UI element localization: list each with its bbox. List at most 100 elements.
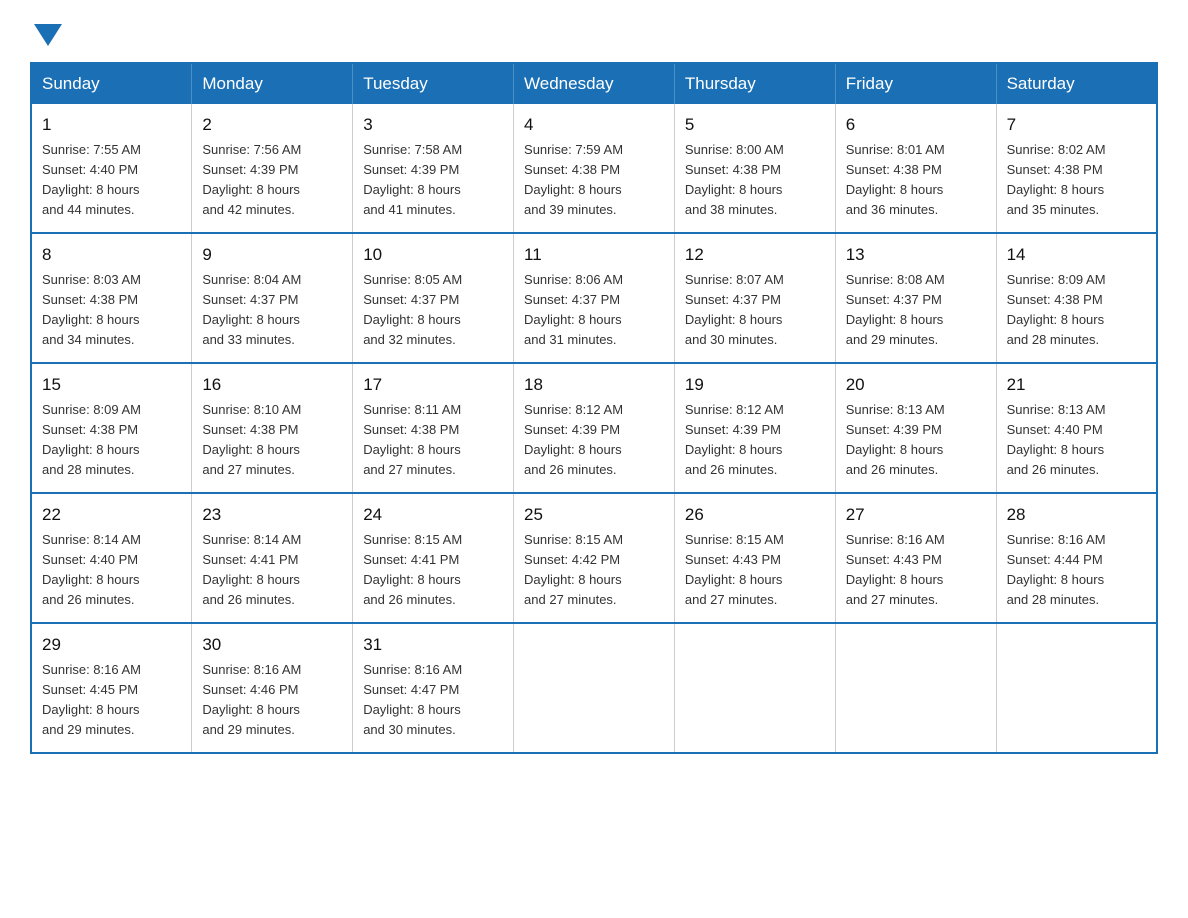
calendar-day-cell bbox=[674, 623, 835, 753]
calendar-day-cell bbox=[835, 623, 996, 753]
calendar-week-row: 29Sunrise: 8:16 AMSunset: 4:45 PMDayligh… bbox=[31, 623, 1157, 753]
calendar-header-row: SundayMondayTuesdayWednesdayThursdayFrid… bbox=[31, 63, 1157, 104]
day-info: Sunrise: 8:08 AMSunset: 4:37 PMDaylight:… bbox=[846, 272, 945, 347]
calendar-day-cell: 7 Sunrise: 8:02 AMSunset: 4:38 PMDaylight… bbox=[996, 104, 1157, 233]
calendar-day-cell: 5 Sunrise: 8:00 AMSunset: 4:38 PMDaylight… bbox=[674, 104, 835, 233]
day-info: Sunrise: 8:14 AMSunset: 4:41 PMDaylight:… bbox=[202, 532, 301, 607]
calendar-day-cell: 31 Sunrise: 8:16 AMSunset: 4:47 PMDayligh… bbox=[353, 623, 514, 753]
calendar-day-cell: 23 Sunrise: 8:14 AMSunset: 4:41 PMDayligh… bbox=[192, 493, 353, 623]
calendar-day-cell: 27 Sunrise: 8:16 AMSunset: 4:43 PMDayligh… bbox=[835, 493, 996, 623]
day-of-week-header: Tuesday bbox=[353, 63, 514, 104]
calendar-day-cell: 18 Sunrise: 8:12 AMSunset: 4:39 PMDayligh… bbox=[514, 363, 675, 493]
day-info: Sunrise: 8:14 AMSunset: 4:40 PMDaylight:… bbox=[42, 532, 141, 607]
calendar-day-cell: 16 Sunrise: 8:10 AMSunset: 4:38 PMDayligh… bbox=[192, 363, 353, 493]
day-info: Sunrise: 8:11 AMSunset: 4:38 PMDaylight:… bbox=[363, 402, 461, 477]
calendar-day-cell: 9 Sunrise: 8:04 AMSunset: 4:37 PMDaylight… bbox=[192, 233, 353, 363]
calendar-day-cell: 2 Sunrise: 7:56 AMSunset: 4:39 PMDaylight… bbox=[192, 104, 353, 233]
day-info: Sunrise: 8:06 AMSunset: 4:37 PMDaylight:… bbox=[524, 272, 623, 347]
day-info: Sunrise: 8:09 AMSunset: 4:38 PMDaylight:… bbox=[42, 402, 141, 477]
day-number: 23 bbox=[202, 502, 342, 528]
day-info: Sunrise: 7:59 AMSunset: 4:38 PMDaylight:… bbox=[524, 142, 623, 217]
calendar-day-cell: 25Sunrise: 8:15 AMSunset: 4:42 PMDayligh… bbox=[514, 493, 675, 623]
calendar-day-cell: 30 Sunrise: 8:16 AMSunset: 4:46 PMDayligh… bbox=[192, 623, 353, 753]
calendar-day-cell: 11 Sunrise: 8:06 AMSunset: 4:37 PMDayligh… bbox=[514, 233, 675, 363]
day-of-week-header: Friday bbox=[835, 63, 996, 104]
calendar-day-cell: 8Sunrise: 8:03 AMSunset: 4:38 PMDaylight… bbox=[31, 233, 192, 363]
day-info: Sunrise: 8:15 AMSunset: 4:42 PMDaylight:… bbox=[524, 532, 623, 607]
calendar-day-cell: 24 Sunrise: 8:15 AMSunset: 4:41 PMDayligh… bbox=[353, 493, 514, 623]
day-info: Sunrise: 8:16 AMSunset: 4:43 PMDaylight:… bbox=[846, 532, 945, 607]
day-number: 6 bbox=[846, 112, 986, 138]
day-info: Sunrise: 8:07 AMSunset: 4:37 PMDaylight:… bbox=[685, 272, 784, 347]
day-info: Sunrise: 8:05 AMSunset: 4:37 PMDaylight:… bbox=[363, 272, 462, 347]
day-number: 19 bbox=[685, 372, 825, 398]
day-info: Sunrise: 8:15 AMSunset: 4:43 PMDaylight:… bbox=[685, 532, 784, 607]
day-of-week-header: Sunday bbox=[31, 63, 192, 104]
day-info: Sunrise: 8:15 AMSunset: 4:41 PMDaylight:… bbox=[363, 532, 462, 607]
day-info: Sunrise: 8:13 AMSunset: 4:39 PMDaylight:… bbox=[846, 402, 945, 477]
day-number: 15 bbox=[42, 372, 181, 398]
day-of-week-header: Monday bbox=[192, 63, 353, 104]
day-info: Sunrise: 8:10 AMSunset: 4:38 PMDaylight:… bbox=[202, 402, 301, 477]
day-number: 10 bbox=[363, 242, 503, 268]
day-number: 21 bbox=[1007, 372, 1146, 398]
day-number: 13 bbox=[846, 242, 986, 268]
day-number: 30 bbox=[202, 632, 342, 658]
day-info: Sunrise: 8:16 AMSunset: 4:47 PMDaylight:… bbox=[363, 662, 462, 737]
day-number: 2 bbox=[202, 112, 342, 138]
day-number: 22 bbox=[42, 502, 181, 528]
calendar-day-cell: 19 Sunrise: 8:12 AMSunset: 4:39 PMDayligh… bbox=[674, 363, 835, 493]
logo bbox=[30, 20, 62, 42]
calendar-day-cell: 3Sunrise: 7:58 AMSunset: 4:39 PMDaylight… bbox=[353, 104, 514, 233]
day-number: 18 bbox=[524, 372, 664, 398]
page-header bbox=[30, 20, 1158, 42]
day-number: 3 bbox=[363, 112, 503, 138]
day-number: 12 bbox=[685, 242, 825, 268]
calendar-day-cell: 10 Sunrise: 8:05 AMSunset: 4:37 PMDayligh… bbox=[353, 233, 514, 363]
calendar-day-cell bbox=[514, 623, 675, 753]
day-number: 11 bbox=[524, 242, 664, 268]
day-info: Sunrise: 8:16 AMSunset: 4:45 PMDaylight:… bbox=[42, 662, 141, 737]
day-number: 27 bbox=[846, 502, 986, 528]
calendar-day-cell: 4 Sunrise: 7:59 AMSunset: 4:38 PMDaylight… bbox=[514, 104, 675, 233]
calendar-day-cell: 20Sunrise: 8:13 AMSunset: 4:39 PMDayligh… bbox=[835, 363, 996, 493]
day-number: 24 bbox=[363, 502, 503, 528]
day-number: 26 bbox=[685, 502, 825, 528]
calendar-day-cell: 12 Sunrise: 8:07 AMSunset: 4:37 PMDayligh… bbox=[674, 233, 835, 363]
day-number: 1 bbox=[42, 112, 181, 138]
day-info: Sunrise: 8:00 AMSunset: 4:38 PMDaylight:… bbox=[685, 142, 784, 217]
calendar-day-cell: 21 Sunrise: 8:13 AMSunset: 4:40 PMDayligh… bbox=[996, 363, 1157, 493]
calendar-day-cell: 29Sunrise: 8:16 AMSunset: 4:45 PMDayligh… bbox=[31, 623, 192, 753]
day-info: Sunrise: 8:09 AMSunset: 4:38 PMDaylight:… bbox=[1007, 272, 1106, 347]
day-number: 16 bbox=[202, 372, 342, 398]
calendar-day-cell: 15 Sunrise: 8:09 AMSunset: 4:38 PMDayligh… bbox=[31, 363, 192, 493]
logo-triangle-icon bbox=[34, 24, 62, 46]
day-info: Sunrise: 8:13 AMSunset: 4:40 PMDaylight:… bbox=[1007, 402, 1106, 477]
day-number: 31 bbox=[363, 632, 503, 658]
day-info: Sunrise: 8:02 AMSunset: 4:38 PMDaylight:… bbox=[1007, 142, 1106, 217]
calendar-day-cell: 14 Sunrise: 8:09 AMSunset: 4:38 PMDayligh… bbox=[996, 233, 1157, 363]
day-info: Sunrise: 8:16 AMSunset: 4:46 PMDaylight:… bbox=[202, 662, 301, 737]
day-number: 5 bbox=[685, 112, 825, 138]
day-number: 17 bbox=[363, 372, 503, 398]
day-number: 7 bbox=[1007, 112, 1146, 138]
day-of-week-header: Wednesday bbox=[514, 63, 675, 104]
day-number: 9 bbox=[202, 242, 342, 268]
day-info: Sunrise: 8:01 AMSunset: 4:38 PMDaylight:… bbox=[846, 142, 945, 217]
day-info: Sunrise: 8:12 AMSunset: 4:39 PMDaylight:… bbox=[685, 402, 784, 477]
day-info: Sunrise: 8:12 AMSunset: 4:39 PMDaylight:… bbox=[524, 402, 623, 477]
day-of-week-header: Thursday bbox=[674, 63, 835, 104]
calendar-day-cell: 26 Sunrise: 8:15 AMSunset: 4:43 PMDayligh… bbox=[674, 493, 835, 623]
day-info: Sunrise: 8:04 AMSunset: 4:37 PMDaylight:… bbox=[202, 272, 301, 347]
day-number: 14 bbox=[1007, 242, 1146, 268]
day-number: 4 bbox=[524, 112, 664, 138]
day-info: Sunrise: 7:55 AMSunset: 4:40 PMDaylight:… bbox=[42, 142, 141, 217]
calendar-week-row: 22 Sunrise: 8:14 AMSunset: 4:40 PMDayligh… bbox=[31, 493, 1157, 623]
calendar-day-cell bbox=[996, 623, 1157, 753]
day-info: Sunrise: 7:56 AMSunset: 4:39 PMDaylight:… bbox=[202, 142, 301, 217]
calendar-day-cell: 1 Sunrise: 7:55 AMSunset: 4:40 PMDaylight… bbox=[31, 104, 192, 233]
calendar-day-cell: 28Sunrise: 8:16 AMSunset: 4:44 PMDayligh… bbox=[996, 493, 1157, 623]
calendar-week-row: 15 Sunrise: 8:09 AMSunset: 4:38 PMDayligh… bbox=[31, 363, 1157, 493]
calendar-day-cell: 17 Sunrise: 8:11 AMSunset: 4:38 PMDayligh… bbox=[353, 363, 514, 493]
day-number: 8 bbox=[42, 242, 181, 268]
